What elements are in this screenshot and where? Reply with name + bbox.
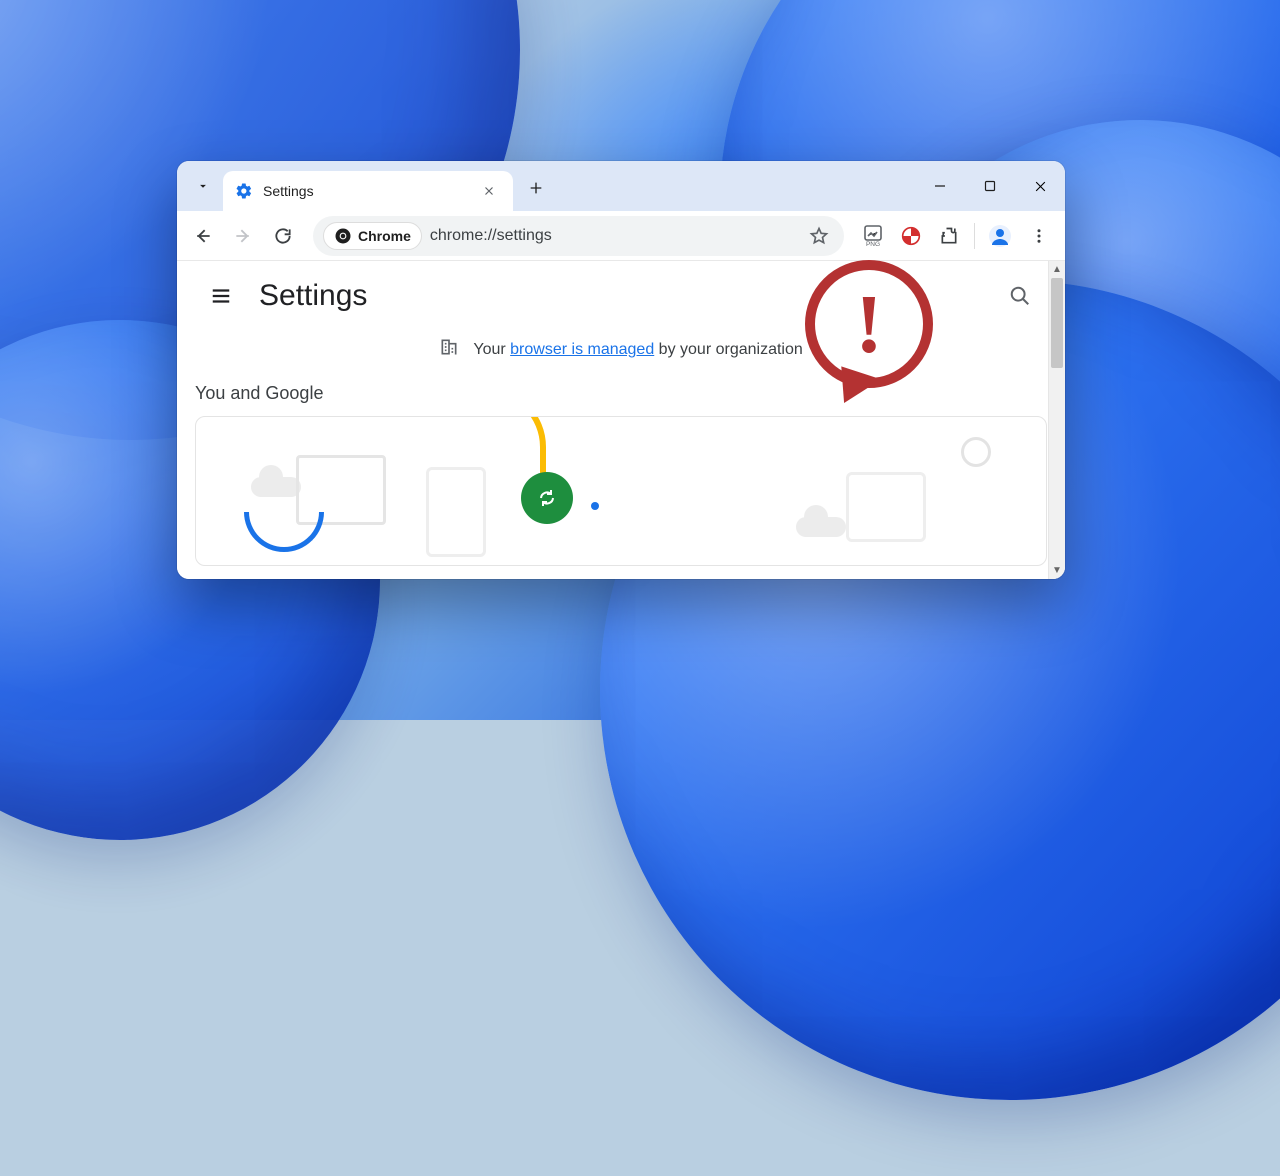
- search-settings-button[interactable]: [1001, 277, 1039, 315]
- smile-arc-icon: [244, 512, 324, 552]
- address-bar[interactable]: Chrome chrome://settings: [313, 216, 844, 256]
- managed-link[interactable]: browser is managed: [510, 341, 654, 358]
- bookmark-star-button[interactable]: [804, 221, 834, 251]
- sync-promo-card[interactable]: [195, 416, 1047, 566]
- blue-dot-icon: [591, 502, 599, 510]
- toolbar-separator: [974, 223, 975, 249]
- vertical-scrollbar[interactable]: ▲ ▼: [1048, 261, 1065, 579]
- browser-toolbar: Chrome chrome://settings PNG: [177, 211, 1065, 261]
- tab-search-button[interactable]: [187, 170, 219, 202]
- scroll-up-button[interactable]: ▲: [1049, 261, 1065, 278]
- site-chip-label: Chrome: [358, 228, 411, 244]
- window-controls: [915, 161, 1065, 211]
- phone-rect-icon: [426, 467, 486, 557]
- svg-text:PNG: PNG: [866, 241, 880, 247]
- site-chip[interactable]: Chrome: [323, 222, 422, 250]
- page-title: Settings: [259, 279, 367, 313]
- extension-adblock-icon[interactable]: [894, 219, 928, 253]
- scroll-down-button[interactable]: ▼: [1049, 562, 1065, 579]
- managed-prefix: Your: [473, 341, 510, 358]
- window-close-button[interactable]: [1015, 161, 1065, 211]
- tab-title: Settings: [263, 183, 467, 199]
- laptop-rect-icon: [846, 472, 926, 542]
- building-icon: [439, 337, 459, 357]
- back-button[interactable]: [185, 218, 221, 254]
- extension-save-image-icon[interactable]: PNG: [856, 219, 890, 253]
- grey-ring-icon: [961, 437, 991, 467]
- profile-avatar-button[interactable]: [983, 219, 1017, 253]
- sync-green-circle-icon: [521, 472, 573, 524]
- new-tab-button[interactable]: [519, 171, 553, 205]
- window-minimize-button[interactable]: [915, 161, 965, 211]
- managed-suffix: by your organization: [654, 341, 803, 358]
- cloud-icon-2: [796, 517, 846, 537]
- reload-button[interactable]: [265, 218, 301, 254]
- cloud-icon: [251, 477, 301, 497]
- url-text: chrome://settings: [430, 227, 796, 245]
- tab-settings[interactable]: Settings: [223, 171, 513, 211]
- window-maximize-button[interactable]: [965, 161, 1015, 211]
- forward-button[interactable]: [225, 218, 261, 254]
- chrome-logo-icon: [334, 227, 352, 245]
- chrome-menu-button[interactable]: [1021, 218, 1057, 254]
- extensions-puzzle-button[interactable]: [932, 219, 966, 253]
- tab-close-button[interactable]: [477, 179, 501, 203]
- hamburger-menu-button[interactable]: [203, 278, 239, 314]
- settings-gear-icon: [235, 182, 253, 200]
- exclamation-icon: !: [855, 276, 883, 373]
- attention-callout: !: [805, 260, 939, 394]
- tab-strip: Settings: [177, 161, 1065, 211]
- scroll-thumb[interactable]: [1051, 278, 1063, 368]
